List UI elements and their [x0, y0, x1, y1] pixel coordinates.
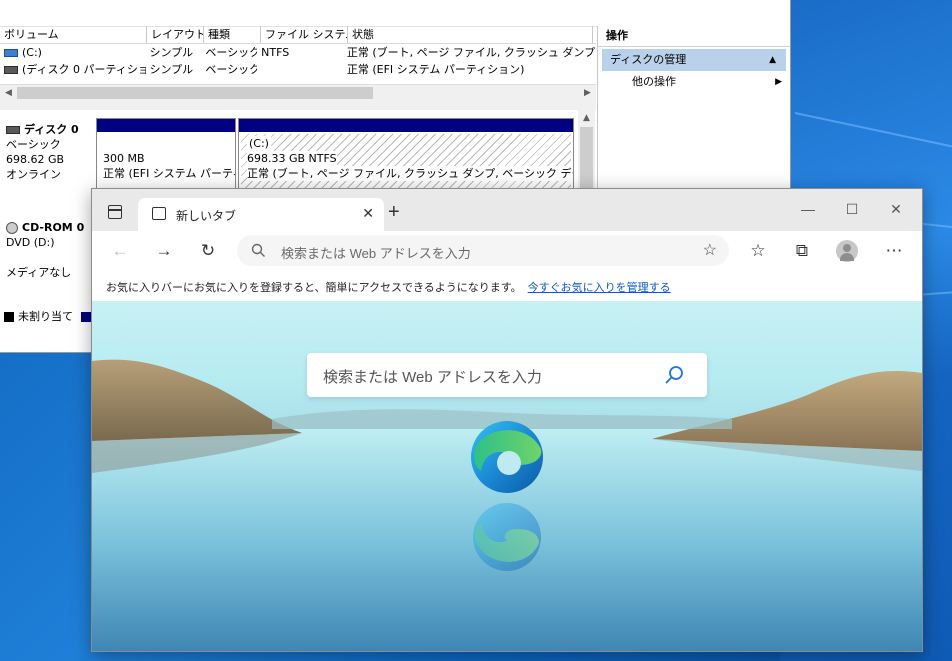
manage-favorites-link[interactable]: 今すぐお気に入りを管理する [528, 282, 671, 294]
scroll-left-icon[interactable]: ◀ [0, 85, 17, 102]
search-icon [251, 243, 265, 257]
partition-bar [97, 119, 235, 132]
cdrom-name: CD-ROM 0 [22, 221, 85, 234]
maximize-icon[interactable]: ☐ [832, 195, 872, 223]
section-label: ディスクの管理 [610, 53, 687, 66]
more-actions-item[interactable]: 他の操作 ▶ [598, 71, 790, 93]
volume-status: 正常 (EFI システム パーティション) [346, 63, 525, 76]
column-header-layout[interactable]: レイアウト [147, 26, 204, 43]
tab-bar: 新しいタブ ✕ + — ☐ ✕ [92, 189, 922, 231]
partition-efi[interactable]: 300 MB 正常 (EFI システム パーティ: [96, 118, 236, 196]
close-icon[interactable]: ✕ [362, 205, 374, 222]
browser-toolbar: ← → ↻ 検索または Web アドレスを入力 ☆ ☆ ⧉ ⋯ [92, 231, 922, 271]
partition-status: 正常 (EFI システム パーティ: [103, 167, 236, 180]
disk-state: オンライン [6, 168, 61, 181]
address-bar[interactable]: 検索または Web アドレスを入力 ☆ [237, 235, 729, 266]
forward-icon[interactable]: → [150, 237, 178, 265]
volume-fs [257, 61, 343, 78]
cdrom-media: メディアなし [6, 266, 72, 279]
partition-name: (C:) [247, 136, 271, 151]
edge-logo-icon [471, 421, 543, 571]
column-header-type[interactable]: 種類 [204, 26, 261, 43]
volume-type: ベーシック [205, 46, 258, 59]
tab-label: 新しいタブ [176, 209, 237, 223]
actions-title: 操作 [598, 26, 790, 47]
horizontal-scrollbar[interactable]: ◀ ▶ [0, 84, 596, 102]
tab-actions-icon[interactable] [108, 205, 122, 219]
volume-name: (C:) [22, 46, 42, 59]
minimize-icon[interactable]: — [788, 195, 828, 223]
new-tab-page: 検索または Web アドレスを入力 [92, 301, 922, 651]
close-window-icon[interactable]: ✕ [876, 195, 916, 223]
disk-0-info[interactable]: ディスク 0 ベーシック 698.62 GB オンライン [6, 122, 92, 182]
volume-table-header: ボリューム レイアウト 種類 ファイル システム 状態 [0, 26, 596, 44]
search-placeholder: 検索または Web アドレスを入力 [323, 369, 542, 386]
refresh-icon[interactable]: ↻ [194, 237, 222, 265]
item-label: 他の操作 [632, 75, 676, 88]
legend-unallocated: 未割り当て [18, 310, 73, 323]
drive-icon [4, 66, 18, 74]
volume-table: ボリューム レイアウト 種類 ファイル システム 状態 (C:) シンプル ベー… [0, 26, 596, 78]
new-tab-icon [152, 207, 166, 220]
partition-status: 正常 (ブート, ページ ファイル, クラッシュ ダンプ, ベーシック データ … [247, 166, 573, 181]
address-placeholder: 検索または Web アドレスを入力 [281, 246, 471, 261]
volume-layout: シンプル [149, 46, 194, 59]
volume-fs: NTFS [261, 46, 290, 59]
collapse-icon[interactable]: ▲ [769, 49, 776, 71]
volume-name: (ディスク 0 パーティション 1) [22, 63, 146, 76]
back-icon[interactable]: ← [106, 237, 134, 265]
favorites-icon[interactable]: ☆ [744, 237, 772, 265]
column-header-filesystem[interactable]: ファイル システム [261, 26, 348, 43]
chevron-right-icon: ▶ [775, 77, 782, 87]
disk-size: 698.62 GB [6, 153, 65, 166]
favbar-text: お気に入りバーにお気に入りを登録すると、簡単にアクセスできるようになります。 [106, 282, 522, 294]
legend: 未割り当て [4, 308, 95, 324]
table-row[interactable]: (C:) シンプル ベーシック NTFS 正常 (ブート, ページ ファイル, … [0, 44, 596, 61]
unallocated-swatch [4, 312, 14, 322]
scroll-right-icon[interactable]: ▶ [579, 85, 596, 102]
partition-size: 698.33 GB NTFS [247, 151, 337, 166]
column-header-volume[interactable]: ボリューム [0, 26, 147, 43]
disk-name: ディスク 0 [24, 123, 79, 136]
search-box[interactable]: 検索または Web アドレスを入力 [307, 353, 707, 397]
disk-icon [6, 126, 20, 134]
edge-browser-window: 新しいタブ ✕ + — ☐ ✕ ← → ↻ 検索または Web アドレスを入力 … [91, 188, 923, 652]
favorites-bar: お気に入りバーにお気に入りを登録すると、簡単にアクセスできるようになります。 今す… [92, 271, 922, 302]
volume-type: ベーシック [205, 63, 258, 76]
partition-bar [239, 119, 573, 132]
partition-c[interactable]: (C:) 698.33 GB NTFS 正常 (ブート, ページ ファイル, ク… [238, 118, 574, 196]
table-row[interactable]: (ディスク 0 パーティション 1) シンプル ベーシック 正常 (EFI シス… [0, 61, 596, 78]
disk-0-partitions: 300 MB 正常 (EFI システム パーティ: (C:) 698.33 GB… [96, 118, 574, 196]
actions-section-disk-management[interactable]: ディスクの管理 ▲ [602, 49, 786, 71]
scrollbar-thumb[interactable] [17, 87, 373, 99]
cdrom-icon [6, 222, 18, 234]
add-favorite-icon[interactable]: ☆ [703, 240, 717, 260]
cdrom-0-info[interactable]: CD-ROM 0 DVD (D:) メディアなし [6, 220, 92, 280]
collections-icon[interactable]: ⧉ [788, 237, 816, 265]
cdrom-drive: DVD (D:) [6, 236, 55, 249]
add-tab-icon[interactable]: + [388, 201, 400, 224]
scroll-up-icon[interactable]: ▲ [578, 110, 595, 127]
scrollbar-thumb[interactable] [580, 127, 593, 197]
more-icon[interactable]: ⋯ [880, 237, 908, 265]
disk-type: ベーシック [6, 138, 61, 151]
partition-size: 300 MB [103, 152, 145, 165]
favorites-bar-message: お気に入りバーにお気に入りを登録すると、簡単にアクセスできるようになります。 今す… [106, 279, 671, 295]
primary-swatch [80, 312, 91, 322]
profile-icon[interactable] [836, 240, 858, 262]
column-header-status[interactable]: 状態 [348, 26, 593, 43]
toolbar-area [0, 0, 790, 27]
drive-icon [4, 49, 18, 57]
volume-layout: シンプル [149, 63, 194, 76]
search-icon[interactable] [663, 364, 685, 386]
volume-status: 正常 (ブート, ページ ファイル, クラッシュ ダンプ, ベーシ [346, 46, 596, 59]
tab-new-tab[interactable]: 新しいタブ ✕ [138, 198, 384, 231]
